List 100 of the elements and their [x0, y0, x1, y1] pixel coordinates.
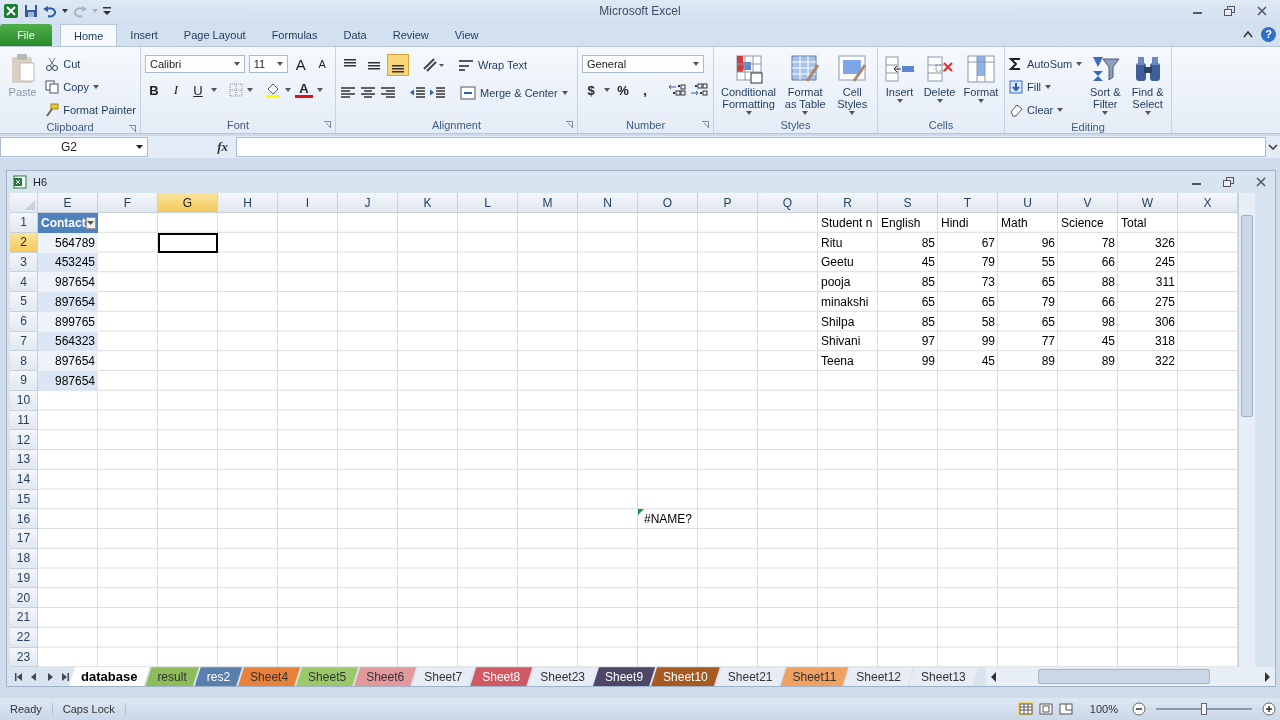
- decrease-indent-icon[interactable]: [410, 86, 426, 100]
- ribbon-tab[interactable]: Insert: [117, 24, 171, 46]
- ribbon-button[interactable]: Insert: [880, 51, 919, 116]
- customize-icon[interactable]: [103, 7, 111, 15]
- column-header[interactable]: R: [818, 193, 878, 213]
- sheet-tab[interactable]: Sheet23: [528, 667, 597, 687]
- copy-button[interactable]: Copy: [45, 77, 136, 97]
- currency-button[interactable]: $: [582, 81, 600, 99]
- sheet-tab[interactable]: Sheet8: [470, 667, 533, 687]
- font-size-field[interactable]: 11: [248, 55, 288, 73]
- sheet-tab[interactable]: result: [145, 667, 199, 687]
- row-header[interactable]: 8: [10, 351, 38, 371]
- column-header[interactable]: J: [338, 193, 398, 213]
- number-format-field[interactable]: General: [582, 55, 704, 73]
- align-left-icon[interactable]: [340, 86, 356, 100]
- restore-icon[interactable]: [1224, 6, 1236, 16]
- column-header[interactable]: K: [398, 193, 458, 213]
- excel-logo-icon[interactable]: [3, 3, 19, 19]
- column-header[interactable]: U: [998, 193, 1058, 213]
- caret-icon[interactable]: [317, 88, 323, 92]
- shrink-font-button[interactable]: A: [313, 55, 331, 73]
- vertical-scrollbar[interactable]: [1238, 193, 1255, 668]
- row-header[interactable]: 2: [10, 232, 38, 253]
- ribbon-button[interactable]: Cell Styles: [831, 51, 873, 117]
- row-header[interactable]: 5: [10, 292, 38, 312]
- active-cell[interactable]: [158, 232, 218, 253]
- page-layout-view-icon[interactable]: [1037, 702, 1054, 716]
- sheet-tab[interactable]: Sheet11: [780, 667, 849, 687]
- column-header[interactable]: F: [98, 193, 158, 213]
- row-header[interactable]: 19: [10, 568, 38, 589]
- increase-decimal-icon[interactable]: [668, 83, 686, 97]
- scroll-thumb[interactable]: [1241, 215, 1253, 417]
- horizontal-scrollbar[interactable]: [985, 667, 1275, 687]
- ribbon-tab[interactable]: Page Layout: [170, 24, 259, 46]
- column-header[interactable]: S: [878, 193, 938, 213]
- decrease-decimal-icon[interactable]: [690, 83, 708, 97]
- scroll-left-icon[interactable]: [989, 671, 998, 682]
- bold-button[interactable]: B: [145, 81, 163, 99]
- name-box[interactable]: G2: [0, 137, 148, 157]
- expand-icon[interactable]: [1268, 143, 1278, 151]
- row-header[interactable]: 22: [10, 627, 38, 648]
- sheet-tab[interactable]: Sheet5: [296, 667, 359, 687]
- comma-button[interactable]: ,: [636, 81, 654, 99]
- restore-icon[interactable]: [1223, 177, 1235, 187]
- column-header[interactable]: T: [938, 193, 998, 213]
- row-header[interactable]: 14: [10, 469, 38, 490]
- sheet-tab[interactable]: Sheet4: [238, 667, 301, 687]
- zoom-slider-thumb[interactable]: [1201, 703, 1207, 715]
- column-header[interactable]: H: [218, 193, 278, 213]
- align-center-icon[interactable]: [360, 86, 376, 100]
- fill-color-icon[interactable]: [265, 82, 281, 98]
- column-header[interactable]: O: [638, 193, 698, 213]
- help-button[interactable]: ?: [1261, 26, 1276, 42]
- row-header[interactable]: 16: [10, 509, 38, 529]
- cut-button[interactable]: Cut: [45, 54, 136, 74]
- ribbon-button[interactable]: Format: [960, 51, 1002, 116]
- ribbon-button[interactable]: Format as Table: [781, 51, 830, 117]
- close-icon[interactable]: [1256, 6, 1268, 16]
- align-right-icon[interactable]: [380, 86, 396, 100]
- ribbon-tab[interactable]: Data: [330, 24, 380, 46]
- ribbon-tab[interactable]: File: [0, 24, 52, 46]
- column-header[interactable]: E: [38, 193, 98, 213]
- row-header[interactable]: 20: [10, 588, 38, 608]
- column-header[interactable]: Q: [758, 193, 818, 213]
- row-header[interactable]: 4: [10, 272, 38, 292]
- column-header[interactable]: X: [1178, 193, 1238, 213]
- ribbon-tab[interactable]: Formulas: [258, 24, 331, 46]
- caret-icon[interactable]: [62, 9, 68, 13]
- row-header[interactable]: 18: [10, 548, 38, 569]
- increase-indent-icon[interactable]: [430, 86, 446, 100]
- zoom-in-icon[interactable]: [1262, 702, 1276, 716]
- insert-function-button[interactable]: fx: [217, 139, 228, 155]
- format-painter-button[interactable]: Format Painter: [45, 100, 136, 120]
- sheet-tab[interactable]: Sheet10: [651, 667, 720, 687]
- sheet-tab[interactable]: res2: [194, 667, 243, 687]
- column-header[interactable]: G: [158, 193, 218, 213]
- vertical-align-icon[interactable]: [388, 55, 408, 75]
- caret-icon[interactable]: [211, 88, 217, 92]
- row-header[interactable]: 11: [10, 410, 38, 431]
- italic-button[interactable]: I: [167, 81, 185, 99]
- zoom-level[interactable]: 100%: [1089, 703, 1118, 715]
- row-header[interactable]: 15: [10, 489, 38, 510]
- sheet-tab[interactable]: Sheet6: [354, 667, 417, 687]
- ribbon-button[interactable]: Delete: [920, 51, 959, 116]
- column-header[interactable]: N: [578, 193, 638, 213]
- row-header[interactable]: 17: [10, 529, 38, 549]
- row-header[interactable]: 1: [10, 213, 38, 233]
- ribbon-tab[interactable]: Review: [379, 24, 442, 46]
- formula-input-field[interactable]: [236, 137, 1266, 157]
- column-header[interactable]: L: [458, 193, 518, 213]
- ribbon-button[interactable]: Conditional Formatting: [718, 51, 780, 117]
- merge-center-button[interactable]: Merge & Center: [460, 83, 568, 103]
- ribbon-tab[interactable]: View: [441, 24, 492, 46]
- column-header[interactable]: I: [278, 193, 338, 213]
- caret-icon[interactable]: [285, 88, 291, 92]
- close-icon[interactable]: [1255, 177, 1267, 187]
- sheet-tab[interactable]: Sheet9: [593, 667, 656, 687]
- column-header[interactable]: P: [698, 193, 758, 213]
- underline-button[interactable]: U: [189, 81, 207, 99]
- column-header[interactable]: W: [1118, 193, 1178, 213]
